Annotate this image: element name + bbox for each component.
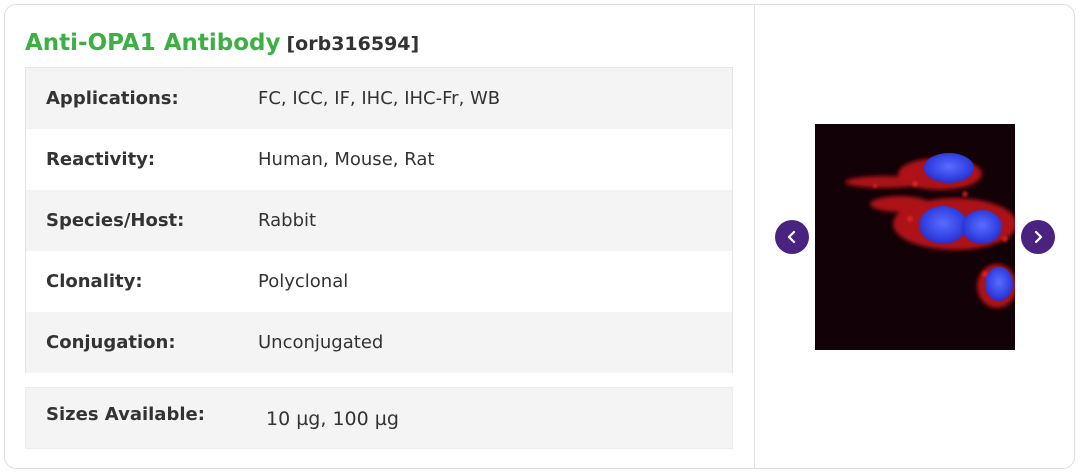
gallery-next-button[interactable]	[1021, 220, 1055, 254]
spec-value: Unconjugated	[258, 332, 384, 353]
spec-value: Polyclonal	[258, 271, 349, 292]
product-code: [orb316594]	[286, 33, 420, 55]
spec-label: Clonality:	[46, 271, 143, 292]
spec-row-applications: Applications: FC, ICC, IF, IHC, IHC-Fr, …	[26, 68, 732, 129]
spec-label: Reactivity:	[46, 149, 156, 170]
spec-label: Species/Host:	[46, 210, 185, 231]
spec-value: FC, ICC, IF, IHC, IHC-Fr, WB	[258, 88, 501, 109]
panel-divider	[754, 5, 755, 468]
product-card: Anti-OPA1 Antibody [orb316594] Applicatio…	[4, 4, 1075, 469]
spec-table: Applications: FC, ICC, IF, IHC, IHC-Fr, …	[25, 67, 733, 373]
spec-label: Applications:	[46, 88, 179, 109]
sizes-value: 10 µg, 100 µg	[266, 408, 399, 430]
spec-row-conjugation: Conjugation: Unconjugated	[26, 312, 732, 373]
product-image[interactable]	[815, 124, 1015, 350]
chevron-left-icon	[787, 230, 796, 244]
spec-value: Human, Mouse, Rat	[258, 149, 435, 170]
sizes-available: Sizes Available: 10 µg, 100 µg	[25, 387, 733, 449]
spec-row-species-host: Species/Host: Rabbit	[26, 190, 732, 251]
spec-row-clonality: Clonality: Polyclonal	[26, 251, 732, 312]
product-name: Anti-OPA1 Antibody	[25, 30, 281, 56]
product-title: Anti-OPA1 Antibody [orb316594]	[25, 30, 419, 56]
chevron-right-icon	[1034, 230, 1043, 244]
gallery-prev-button[interactable]	[775, 220, 809, 254]
cell-micrograph	[815, 124, 1015, 350]
spec-label: Conjugation:	[46, 332, 176, 353]
spec-row-reactivity: Reactivity: Human, Mouse, Rat	[26, 129, 732, 190]
sizes-label: Sizes Available:	[46, 404, 205, 425]
spec-value: Rabbit	[258, 210, 317, 231]
